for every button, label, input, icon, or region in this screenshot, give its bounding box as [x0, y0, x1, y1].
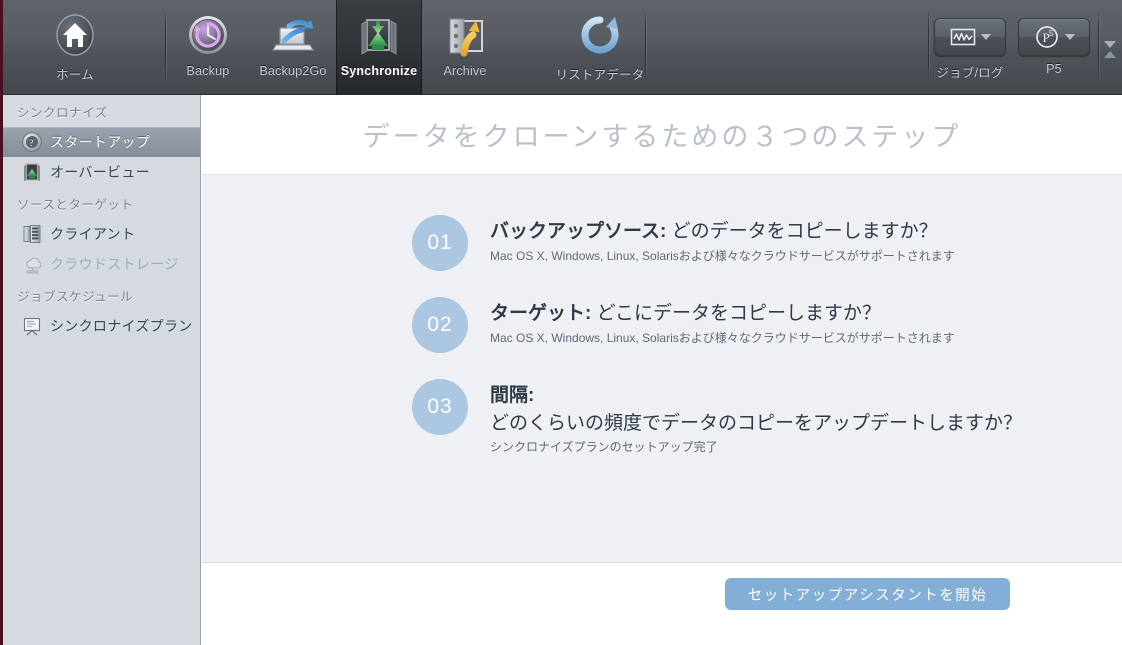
plan-board-icon [21, 315, 43, 337]
sidebar-group-title: ソースとターゲット [17, 198, 134, 212]
step-heading-bold: ターゲット: [490, 303, 592, 324]
safe-arrow-icon [440, 12, 490, 60]
clock-backup-icon [183, 12, 233, 60]
p5-icon: P 5 [1035, 26, 1058, 48]
step-heading: バックアップソース: どのデータをコピーしますか？ [490, 219, 955, 244]
main-content: データをクローンするための３つのステップ 01 バックアップソース: どのデータ… [202, 95, 1122, 645]
toolbar-divider-far-right [1098, 10, 1100, 82]
main-footer: セットアップアシスタントを開始 [202, 563, 1122, 645]
step-heading-line2: どのくらいの頻度でデータのコピーをアップデートしますか？ [490, 413, 1023, 435]
toolbar-item-label: Backup2Go [259, 64, 327, 78]
sidebar-item-label: クライアント [50, 226, 136, 242]
toolbar-item-label: ホーム [56, 68, 94, 82]
toolbar-popup-label: P5 [1046, 62, 1062, 76]
step-item: 02 ターゲット: どこにデータをコピーしますか？ Mac OS X, Wind… [412, 297, 1122, 353]
chevron-down-icon [1064, 34, 1075, 40]
laptop-arrow-icon [268, 12, 318, 60]
toolbar-popup-joblog[interactable]: ジョブ/ログ [928, 0, 1012, 95]
server-rack-icon [21, 223, 43, 245]
sidebar-item-label: オーバービュー [50, 164, 150, 180]
steps-list: 01 バックアップソース: どのデータをコピーしますか？ Mac OS X, W… [412, 215, 1122, 455]
step-heading: ターゲット: どこにデータをコピーしますか？ [490, 301, 955, 326]
step-heading-rest: どのデータをコピーしますか？ [666, 221, 938, 242]
waveform-icon [950, 28, 975, 46]
sidebar-group-title: シンクロナイズ [17, 106, 108, 120]
toolbar-scroll-down-icon[interactable] [1104, 40, 1116, 48]
step-heading-bold: 間隔: [490, 385, 535, 406]
sidebar-item-label: スタートアップ [50, 134, 151, 150]
toolbar-scroll-control[interactable] [1102, 32, 1118, 66]
toolbar-item-backup[interactable]: Backup [165, 0, 251, 95]
question-disc-icon: ? [21, 131, 43, 153]
step-subtext: Mac OS X, Windows, Linux, Solarisおよび様々なク… [490, 331, 955, 346]
app-window: ホーム Backup Backup2Go Synchronize Archive… [0, 0, 1122, 645]
step-subtext: Mac OS X, Windows, Linux, Solarisおよび様々なク… [490, 249, 955, 264]
step-item: 03 間隔: どのくらいの頻度でデータのコピーをアップデートしますか？ シンクロ… [412, 379, 1122, 455]
toolbar-item-restore[interactable]: リストアデータ [552, 0, 648, 95]
sidebar-item-sync-plan[interactable]: シンクロナイズプラン [3, 311, 200, 341]
start-setup-assistant-button[interactable]: セットアップアシスタントを開始 [725, 578, 1010, 610]
toolbar-item-label: Archive [443, 64, 487, 78]
step-item: 01 バックアップソース: どのデータをコピーしますか？ Mac OS X, W… [412, 215, 1122, 271]
step-number-badge: 02 [412, 297, 468, 353]
home-icon [50, 12, 100, 60]
step-subtext: シンクロナイズプランのセットアップ完了 [490, 440, 718, 455]
step-heading: 間隔: [490, 383, 1022, 408]
chevron-down-icon [980, 34, 991, 40]
sidebar-item-label: クラウドストレージ [50, 256, 179, 272]
sidebar-item-cloud-storage[interactable]: クラウドストレージ [3, 249, 200, 279]
svg-text:5: 5 [1049, 29, 1054, 38]
window-left-edge-accent [0, 0, 3, 645]
toolbar-item-label: リストアデータ [555, 68, 645, 82]
step-body: バックアップソース: どのデータをコピーしますか？ Mac OS X, Wind… [490, 215, 955, 264]
step-number-badge: 01 [412, 215, 468, 271]
step-body: 間隔: どのくらいの頻度でデータのコピーをアップデートしますか？ シンクロナイズ… [490, 379, 1022, 455]
sidebar: シンクロナイズ ? スタートアップ オーバービュー ソースとターゲット クライア… [3, 95, 201, 645]
sync-arrows-icon [354, 12, 404, 60]
step-body: ターゲット: どこにデータをコピーしますか？ Mac OS X, Windows… [490, 297, 955, 346]
toolbar-item-label: Synchronize [340, 64, 418, 78]
main-toolbar: ホーム Backup Backup2Go Synchronize Archive… [0, 0, 1122, 95]
sync-overview-icon [21, 161, 43, 183]
step-heading-bold: バックアップソース: [490, 221, 667, 242]
toolbar-item-label: Backup [186, 64, 230, 78]
sidebar-item-label: シンクロナイズプラン [50, 318, 193, 334]
steps-card: 01 バックアップソース: どのデータをコピーしますか？ Mac OS X, W… [202, 175, 1122, 563]
step-heading-rest: どこにデータをコピーしますか？ [591, 303, 882, 324]
cloud-storage-icon [21, 253, 43, 275]
svg-text:?: ? [29, 138, 33, 148]
p5-popup-button[interactable]: P 5 [1018, 18, 1090, 56]
toolbar-item-home[interactable]: ホーム [32, 0, 118, 95]
toolbar-item-backup2go[interactable]: Backup2Go [250, 0, 336, 95]
sidebar-item-overview[interactable]: オーバービュー [3, 157, 200, 187]
restore-arrow-icon [575, 12, 625, 60]
sidebar-group-title: ジョブスケジュール [17, 290, 134, 304]
page-title: データをクローンするための３つのステップ [362, 122, 962, 152]
step-number-badge: 03 [412, 379, 468, 435]
page-title-band: データをクローンするための３つのステップ [202, 95, 1122, 175]
sidebar-item-client[interactable]: クライアント [3, 219, 200, 249]
toolbar-popup-p5[interactable]: P 5 P5 [1012, 0, 1096, 95]
toolbar-item-archive[interactable]: Archive [422, 0, 508, 95]
sidebar-item-startup[interactable]: ? スタートアップ [3, 127, 200, 157]
toolbar-item-synchronize[interactable]: Synchronize [336, 0, 422, 95]
toolbar-popup-label: ジョブ/ログ [936, 66, 1004, 80]
toolbar-scroll-up-icon[interactable] [1104, 50, 1116, 58]
joblog-popup-button[interactable] [934, 18, 1006, 56]
